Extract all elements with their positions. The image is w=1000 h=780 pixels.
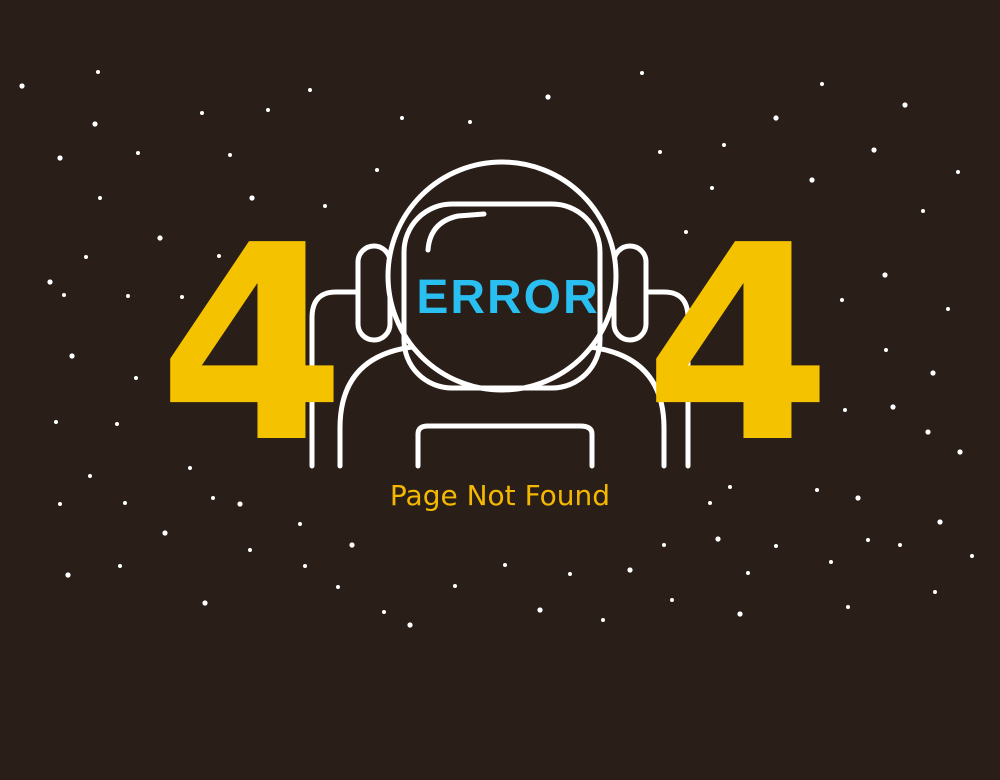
star: [820, 82, 824, 86]
left-digit-4: 4: [158, 187, 346, 502]
star: [84, 255, 88, 259]
star: [298, 522, 302, 526]
error-visor-text: ERROR: [416, 271, 599, 324]
star: [658, 150, 662, 154]
star: [200, 111, 204, 115]
star: [930, 370, 936, 376]
star: [746, 571, 750, 575]
star: [946, 307, 950, 311]
star: [308, 88, 312, 92]
star: [468, 120, 472, 124]
star: [933, 590, 937, 594]
star: [248, 548, 252, 552]
star: [670, 598, 674, 602]
star: [92, 121, 98, 127]
page-not-found-caption: Page Not Found: [390, 479, 610, 512]
star: [840, 298, 844, 302]
star: [202, 600, 208, 606]
star: [568, 572, 572, 576]
error-404-scene: 4 4 ERROR Page Not Found: [0, 0, 1000, 780]
star: [882, 272, 888, 278]
star: [65, 572, 71, 578]
helmet-ear-right: [611, 243, 649, 343]
star: [162, 530, 168, 536]
star: [349, 542, 355, 548]
star: [98, 196, 102, 200]
right-digit-4: 4: [644, 187, 832, 502]
star: [503, 563, 507, 567]
star: [19, 83, 25, 89]
star: [884, 348, 888, 352]
star: [970, 554, 974, 558]
star: [627, 567, 633, 573]
star: [54, 420, 58, 424]
star: [336, 585, 340, 589]
star: [134, 376, 138, 380]
star: [228, 153, 232, 157]
astronaut-chest-panel: [415, 423, 595, 469]
star: [96, 70, 100, 74]
star: [303, 564, 307, 568]
star: [126, 294, 130, 298]
star: [375, 168, 379, 172]
star: [545, 94, 551, 100]
star: [115, 422, 119, 426]
star: [956, 170, 960, 174]
error-404-illustration: 4 4 ERROR Page Not Found: [19, 70, 974, 628]
star: [123, 501, 127, 505]
star: [58, 502, 62, 506]
star: [640, 71, 644, 75]
star: [88, 474, 92, 478]
star: [871, 147, 877, 153]
star: [774, 544, 778, 548]
star: [773, 115, 779, 121]
star: [62, 293, 66, 297]
star: [57, 155, 63, 161]
star: [715, 536, 721, 542]
star: [118, 564, 122, 568]
star: [957, 449, 963, 455]
star: [237, 501, 243, 507]
star: [47, 279, 53, 285]
star: [722, 143, 726, 147]
star: [737, 611, 743, 617]
star: [382, 610, 386, 614]
star: [809, 177, 815, 183]
star: [866, 538, 870, 542]
star: [829, 560, 833, 564]
star: [843, 408, 847, 412]
star: [69, 353, 75, 359]
star: [453, 584, 457, 588]
star: [601, 618, 605, 622]
star: [902, 102, 908, 108]
star: [400, 116, 404, 120]
star: [266, 108, 270, 112]
star: [855, 495, 861, 501]
star: [662, 543, 666, 547]
star: [898, 543, 902, 547]
star: [890, 404, 896, 410]
star: [921, 209, 925, 213]
star: [937, 519, 943, 525]
star: [846, 605, 850, 609]
star: [136, 151, 140, 155]
star: [537, 607, 543, 613]
star: [407, 622, 413, 628]
star: [925, 429, 931, 435]
helmet-ear-left: [355, 243, 393, 343]
